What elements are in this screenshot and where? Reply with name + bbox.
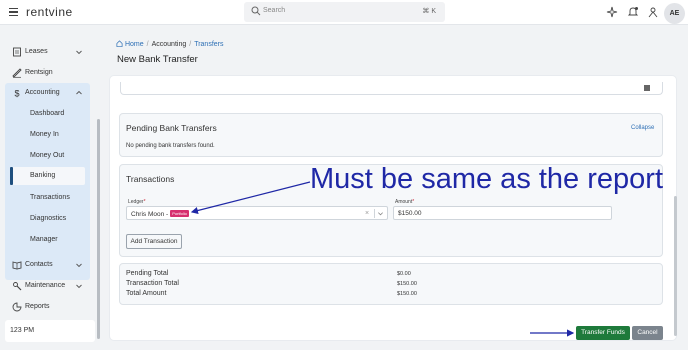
annotation-arrows: [190, 181, 575, 337]
annotation-arrow-ledger: [190, 181, 311, 215]
